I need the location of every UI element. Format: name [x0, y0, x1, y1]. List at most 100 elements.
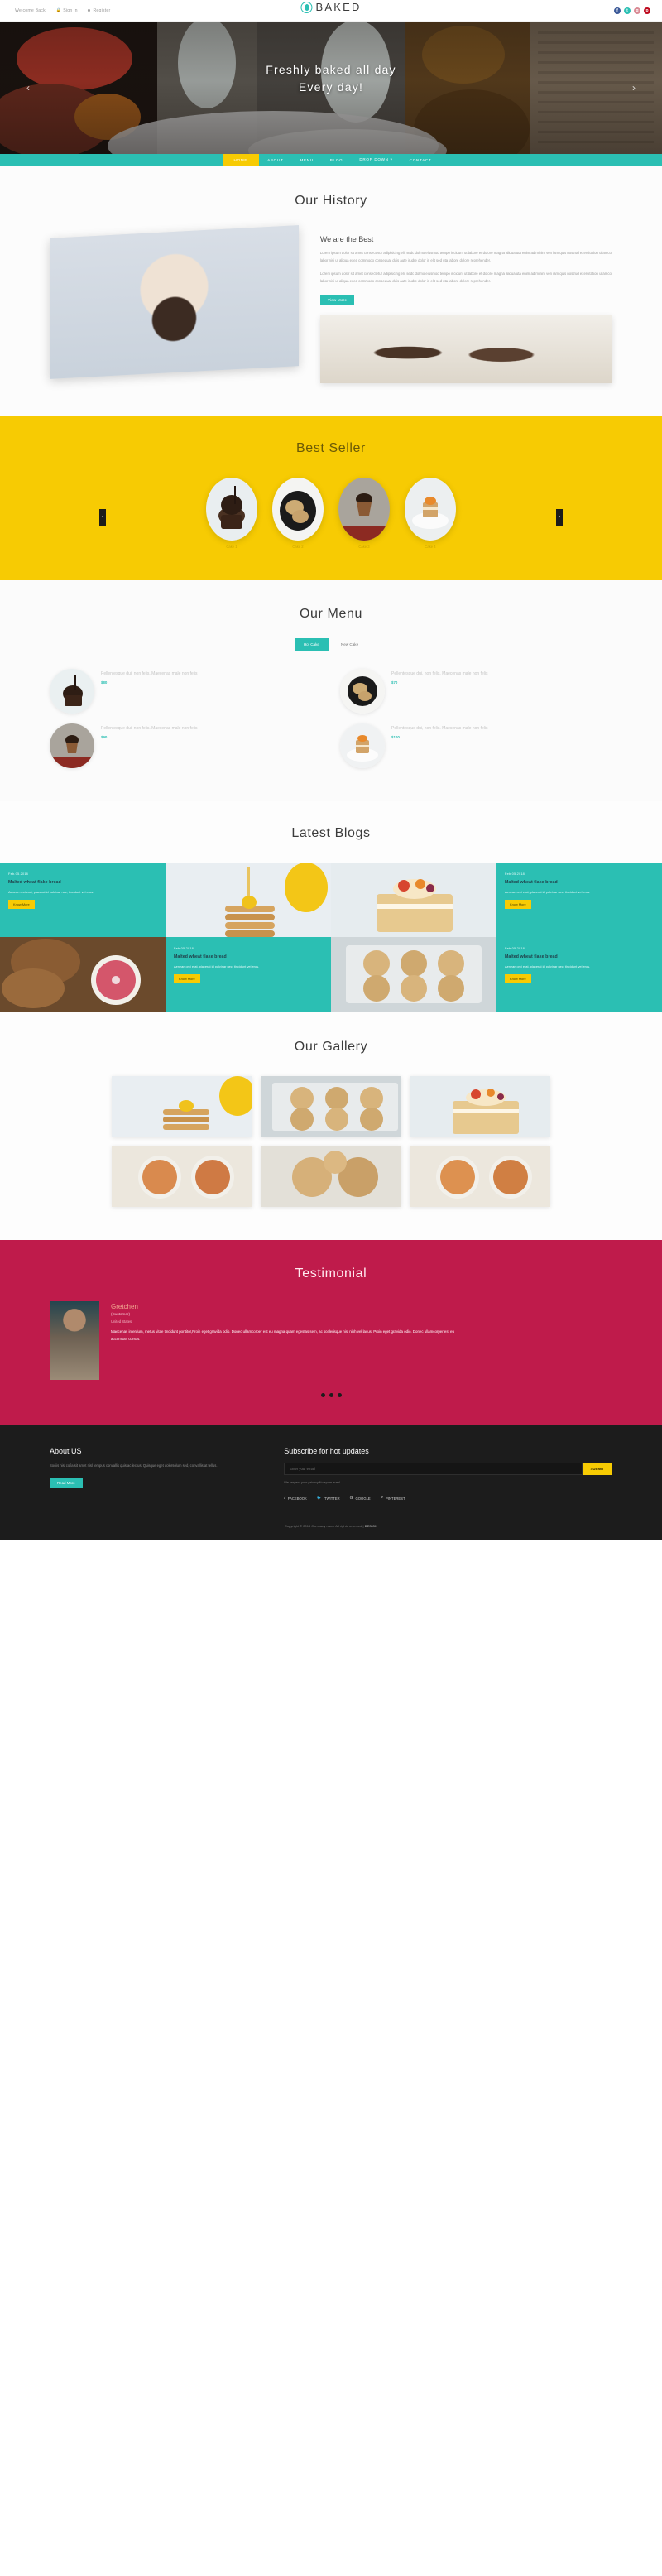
gallery-grid	[0, 1076, 662, 1208]
brand-logo[interactable]: BAKED	[300, 1, 361, 13]
blog-image-cookies-tray	[331, 937, 496, 1012]
pagination-dot[interactable]	[329, 1393, 333, 1398]
gallery-item-orange[interactable]	[410, 1146, 550, 1208]
menu-title: Our Menu	[300, 607, 362, 622]
submit-button[interactable]: SUBMIT	[582, 1463, 612, 1476]
chevron-left-icon[interactable]: ‹	[22, 82, 35, 94]
chevron-right-icon[interactable]: ›	[627, 82, 640, 94]
gallery-item-pancakes[interactable]	[112, 1076, 252, 1138]
blog-image-pancakes	[166, 863, 331, 938]
muffin-thumb	[50, 723, 94, 769]
nav-item-home[interactable]: HOME	[222, 154, 260, 166]
testimonial-section: Testimonial Gretchen (Customer) United S…	[0, 1240, 662, 1426]
sign-in-link[interactable]: 🔒 Sign In	[56, 8, 78, 13]
register-link[interactable]: ☻ Register	[87, 8, 111, 13]
avatar	[50, 1301, 99, 1381]
facebook-link[interactable]: 𝑓 FACEBOOK	[284, 1496, 307, 1501]
menu-item[interactable]: Pellentesque dui, non felis. Maecenas ma…	[50, 669, 322, 714]
testimonial-name: Gretchen	[111, 1303, 138, 1311]
footer-subscribe-title: Subscribe for hot updates	[284, 1447, 369, 1456]
bestseller-item[interactable]: Cake 3	[338, 478, 390, 549]
blog-image-fruitcake	[331, 863, 496, 938]
email-field[interactable]	[284, 1463, 583, 1476]
gallery-item-cookies-plate[interactable]	[261, 1146, 401, 1208]
bestseller-item[interactable]: Cake 4	[405, 478, 456, 549]
blog-title: Malted wheat flake bread	[8, 880, 61, 886]
gallery-item-cookies[interactable]	[261, 1076, 401, 1138]
menu-item-price: $90	[101, 735, 108, 740]
menu-item-info: Pellentesque dui, non felis. Maecenas ma…	[101, 723, 197, 739]
nav-item-about[interactable]: ABOUT	[259, 154, 291, 166]
testimonial-row: Gretchen (Customer) United States Maecen…	[0, 1301, 662, 1381]
view-more-button[interactable]: View More	[319, 295, 355, 306]
pinterest-icon[interactable]: p	[644, 7, 650, 14]
history-paragraph-2: Lorem ipsum dolor sit amet consectetur a…	[319, 272, 612, 284]
user-icon: ☻	[86, 7, 92, 13]
cookies-thumb	[340, 669, 385, 714]
hero-line-1: Freshly baked all day	[266, 63, 396, 76]
blog-title: Malted wheat flake bread	[174, 954, 227, 960]
nav-item-blog[interactable]: BLOG	[322, 154, 352, 166]
privacy-note: We respect your privacy.No spam ever!	[284, 1480, 340, 1485]
gallery-item-fruitcake[interactable]	[410, 1076, 550, 1138]
cupcake-photo	[50, 225, 299, 379]
testimonial-title: Testimonial	[295, 1266, 367, 1281]
know-more-button[interactable]: Know More	[505, 974, 531, 984]
facebook-icon[interactable]: f	[614, 7, 621, 14]
main-navigation: HOME ABOUT MENU BLOG DROP DOWN ▾ CONTACT	[0, 154, 662, 166]
footer: About US Sociis nisi cofia sit amet nisl…	[0, 1425, 662, 1540]
copyright: Copyright © 2018 Company name All rights…	[0, 1516, 662, 1528]
pagination-dot[interactable]	[337, 1393, 342, 1398]
register-label: Register	[93, 7, 111, 13]
bestseller-caption: Cake 3	[358, 545, 370, 550]
menu-item[interactable]: Pellentesque dui, non felis. Maecenas ma…	[50, 723, 322, 769]
google-link[interactable]: G GOOGLE	[350, 1496, 371, 1501]
nav-item-menu[interactable]: MENU	[291, 154, 321, 166]
footer-subscribe: Subscribe for hot updates SUBMIT We resp…	[284, 1447, 612, 1501]
gallery-item-grapefruit[interactable]	[112, 1146, 252, 1208]
bestseller-caption: Cake 2	[292, 545, 304, 550]
blog-date: Feb.05.2018	[174, 946, 194, 951]
leaf-logo-icon	[300, 1, 313, 13]
nav-item-dropdown[interactable]: DROP DOWN ▾	[351, 154, 401, 166]
subscribe-form: SUBMIT	[284, 1463, 612, 1476]
bestseller-item[interactable]: Cake 2	[272, 478, 324, 549]
history-columns: We are the Best Lorem ipsum dolor sit am…	[0, 225, 662, 384]
bestseller-item[interactable]: Cake 1	[206, 478, 257, 549]
twitter-link[interactable]: 🐦 TWITTER	[317, 1496, 340, 1501]
google-plus-icon[interactable]: g	[634, 7, 640, 14]
hero-caption: Freshly baked all day Every day!	[0, 61, 662, 96]
pinterest-label: PINTEREST	[386, 1496, 405, 1501]
history-section: Our History We are the Best Lorem ipsum …	[0, 166, 662, 417]
tab-new-cake[interactable]: New Cake	[332, 638, 367, 651]
menu-item[interactable]: Pellentesque dui, non felis. Maecenas ma…	[340, 723, 612, 769]
lock-icon: 🔒	[55, 7, 62, 13]
twitter-icon[interactable]: t	[624, 7, 631, 14]
blog-card[interactable]: Feb.05.2018 Malted wheat flake bread Aen…	[166, 937, 331, 1012]
blog-card[interactable]: Feb.05.2018 Malted wheat flake bread Aen…	[0, 863, 166, 938]
welcome-text: Welcome Back!	[15, 7, 47, 13]
menu-item[interactable]: Pellentesque dui, non felis. Maecenas ma…	[340, 669, 612, 714]
bestseller-next-icon[interactable]: ›	[556, 508, 563, 526]
menu-item-desc: Pellentesque dui, non felis. Maecenas ma…	[101, 671, 198, 677]
muffin-photo	[338, 478, 390, 541]
bestseller-prev-icon[interactable]: ‹	[99, 508, 106, 526]
nav-item-contact[interactable]: CONTACT	[401, 154, 440, 166]
menu-item-info: Pellentesque dui, non felis. Maecenas ma…	[101, 669, 197, 685]
layer-cake-thumb	[340, 723, 385, 769]
google-plus-icon: G	[349, 1496, 353, 1502]
testimonial-role: (Customer)	[111, 1312, 130, 1317]
blog-card[interactable]: Feb.05.2018 Malted wheat flake bread Aen…	[496, 937, 662, 1012]
know-more-button[interactable]: Know More	[174, 974, 200, 984]
blog-body: Aenean orci erat, placerat id pulvinar n…	[8, 890, 94, 895]
pagination-dot[interactable]	[320, 1393, 325, 1398]
pinterest-link[interactable]: P PINTEREST	[381, 1496, 405, 1501]
blog-title: Malted wheat flake bread	[505, 954, 558, 960]
know-more-button[interactable]: Know More	[8, 900, 35, 910]
top-bar: Welcome Back! 🔒 Sign In ☻ Register BAKED…	[0, 0, 662, 22]
know-more-button[interactable]: Know More	[505, 900, 531, 910]
blog-card[interactable]: Feb.05.2018 Malted wheat flake bread Aen…	[496, 863, 662, 938]
copyright-brand: DESIGN	[364, 1524, 378, 1529]
tab-hot-cake[interactable]: Hot Cake	[294, 638, 329, 651]
read-more-button[interactable]: Read More	[50, 1477, 83, 1488]
